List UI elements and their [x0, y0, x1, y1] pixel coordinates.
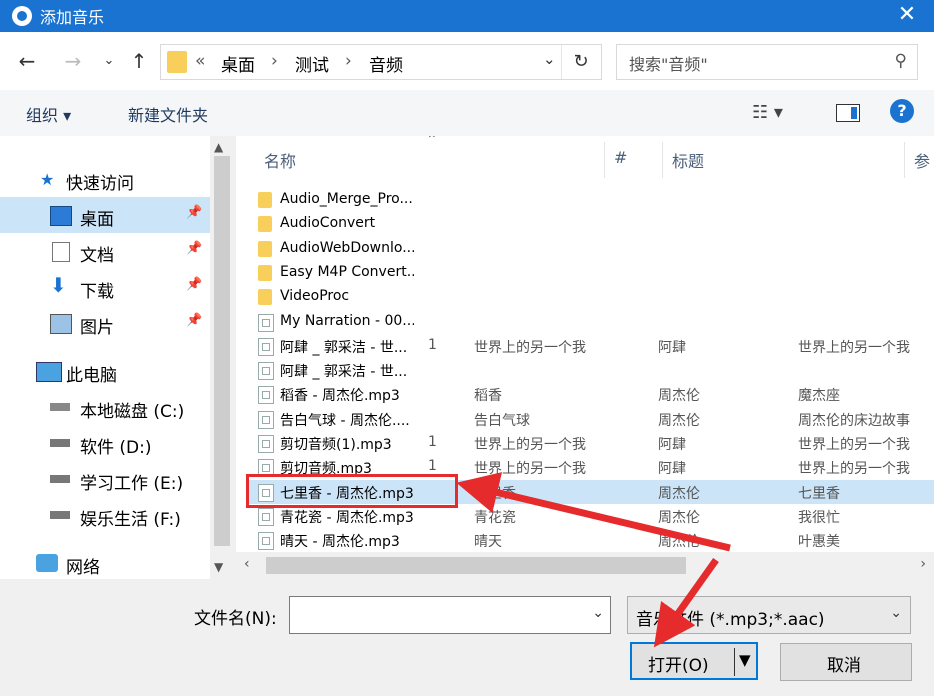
arrow-to-open-button — [653, 557, 719, 648]
annotation-arrows — [456, 472, 731, 648]
arrow-to-selected-file — [456, 472, 731, 552]
